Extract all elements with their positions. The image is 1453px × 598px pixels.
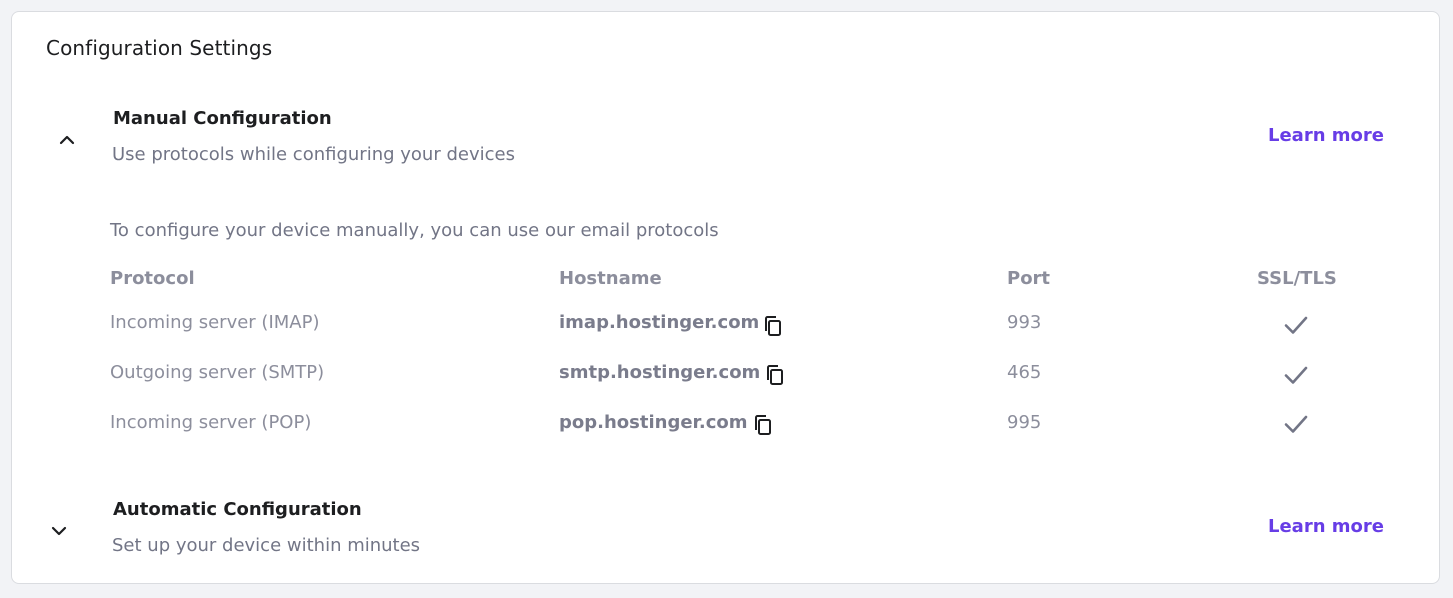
automatic-learn-more-link[interactable]: Learn more <box>1268 516 1384 537</box>
card-title: Configuration Settings <box>46 36 273 60</box>
check-icon <box>1284 366 1308 384</box>
column-header-port: Port <box>1007 268 1051 289</box>
manual-learn-more-link[interactable]: Learn more <box>1268 125 1384 146</box>
column-header-hostname: Hostname <box>559 268 662 289</box>
chevron-down-icon[interactable] <box>47 519 71 543</box>
copy-icon[interactable] <box>751 413 775 437</box>
column-header-protocol: Protocol <box>110 268 195 289</box>
hostname-cell: imap.hostinger.com <box>559 312 760 333</box>
manual-intro-text: To configure your device manually, you c… <box>110 220 719 241</box>
hostname-cell: smtp.hostinger.com <box>559 362 761 383</box>
automatic-configuration-title[interactable]: Automatic Configuration <box>113 499 362 520</box>
manual-configuration-subtitle: Use protocols while configuring your dev… <box>112 144 515 165</box>
protocol-cell: Outgoing server (SMTP) <box>110 362 325 383</box>
port-cell: 995 <box>1007 412 1042 433</box>
check-icon <box>1284 316 1308 334</box>
configuration-settings-card: Configuration Settings Manual Configurat… <box>11 11 1440 584</box>
column-header-ssl-tls: SSL/TLS <box>1257 268 1337 289</box>
copy-icon[interactable] <box>763 363 787 387</box>
chevron-up-icon[interactable] <box>55 128 79 152</box>
protocol-cell: Incoming server (IMAP) <box>110 312 320 333</box>
protocol-cell: Incoming server (POP) <box>110 412 312 433</box>
automatic-configuration-subtitle: Set up your device within minutes <box>112 535 421 556</box>
manual-configuration-title[interactable]: Manual Configuration <box>113 108 332 129</box>
copy-icon[interactable] <box>761 314 785 338</box>
port-cell: 993 <box>1007 312 1042 333</box>
hostname-cell: pop.hostinger.com <box>559 412 748 433</box>
port-cell: 465 <box>1007 362 1042 383</box>
check-icon <box>1284 415 1308 433</box>
